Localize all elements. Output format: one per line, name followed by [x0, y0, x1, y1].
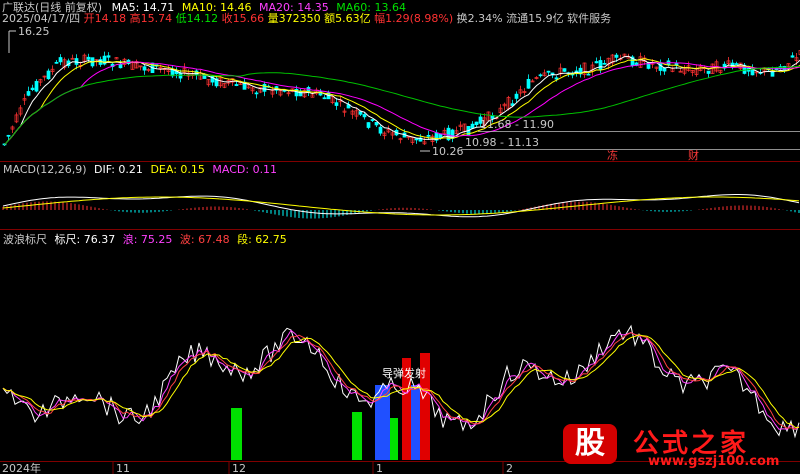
macd-name: MACD(12,26,9) [3, 163, 87, 176]
candle-body [358, 111, 363, 115]
signal-bar-0 [231, 408, 242, 460]
wave-name: 波浪标尺 [3, 233, 47, 246]
candle-body [734, 63, 739, 65]
wave-ruler: 标尺: 76.37 [54, 233, 116, 246]
candle-body [142, 66, 147, 71]
wave-duan: 段: 62.75 [237, 233, 287, 246]
candle-body [594, 61, 599, 64]
macd-histogram [2, 201, 800, 219]
candle-body [426, 135, 431, 137]
stock-chart-window: { "header": { "title": "广联达(日线 前复权)", "m… [0, 0, 800, 474]
candle-body [370, 119, 375, 121]
bar-close: 收15.66 [221, 12, 265, 25]
candle-body [662, 67, 667, 72]
event-marker-2[interactable]: 财 [688, 149, 699, 162]
candle-body [106, 55, 111, 58]
candle-body [562, 68, 567, 72]
signal-bar-1 [352, 412, 362, 460]
candle-body [334, 102, 339, 106]
axis-label-1: 1 [376, 462, 383, 474]
wave-line-2 [2, 334, 800, 429]
candle-body [58, 57, 63, 63]
bar-volume: 量372350 [267, 12, 321, 25]
candle-body [30, 87, 35, 91]
watermark-url: www.gszj100.com [648, 454, 780, 469]
bar-high: 高15.74 [129, 12, 173, 25]
time-axis [112, 462, 504, 474]
bar-amount: 额5.63亿 [324, 12, 371, 25]
candle-body [34, 81, 39, 92]
axis-label-year: 2024年 [2, 462, 41, 474]
ma20-line [4, 61, 800, 146]
range1-label: 11.68 - 11.90 [480, 118, 554, 131]
candle-body [602, 62, 607, 65]
low-mark-label: 10.26 [432, 145, 464, 158]
dea-line [2, 196, 800, 216]
candle-body [470, 123, 475, 129]
signal-label: 导弹发射 [382, 367, 426, 380]
ma60-line [4, 65, 800, 146]
float-cap: 流通15.9亿 [506, 12, 564, 25]
candle-body [262, 83, 267, 92]
candle-body [234, 84, 239, 86]
candle-body [54, 61, 59, 64]
candle-body [586, 73, 591, 76]
axis-label-12: 12 [232, 462, 246, 474]
candle-body [374, 122, 379, 126]
bar-turnover: 换2.34% [456, 12, 503, 25]
watermark-logo: 股 [563, 424, 617, 464]
header-row-2: 2025/04/17/四 开14.18 高15.74 低14.12 收15.66… [2, 12, 611, 25]
wave-lines [2, 324, 800, 439]
bar-date: 2025/04/17/四 [2, 12, 81, 25]
candle-body [366, 122, 371, 128]
candle-body [438, 133, 443, 139]
candle-body [6, 134, 11, 137]
candle-body [546, 70, 551, 73]
high-mark-label: 16.25 [18, 25, 50, 38]
candle-body [26, 91, 31, 96]
wave-lang: 浪: 75.25 [122, 233, 173, 246]
ruler-line [2, 324, 800, 439]
candle-body [474, 121, 479, 126]
candle-body [706, 70, 711, 74]
macd-lines [2, 194, 800, 218]
candle-body [770, 71, 775, 77]
macd-dea: DEA: 0.15 [150, 163, 205, 176]
range2-label: 10.98 - 11.13 [465, 136, 539, 149]
candle-body [598, 60, 603, 70]
wave-bo: 波: 67.48 [179, 233, 230, 246]
candle-body [554, 77, 559, 80]
bar-change: 幅1.29(8.98%) [374, 12, 454, 25]
wave-header: 波浪标尺 标尺: 76.37 浪: 75.25 波: 67.48 段: 62.7… [3, 233, 287, 246]
macd-value: MACD: 0.11 [212, 163, 278, 176]
macd-dif: DIF: 0.21 [94, 163, 143, 176]
macd-header: MACD(12,26,9) DIF: 0.21 DEA: 0.15 MACD: … [3, 163, 277, 176]
candle-body [254, 92, 259, 95]
candle-body [378, 126, 383, 134]
bar-open: 开14.18 [83, 12, 127, 25]
event-marker-1[interactable]: 冻 [607, 149, 618, 162]
candle-body [46, 70, 51, 80]
candle-body [526, 78, 531, 89]
candle-body [538, 74, 543, 77]
candle-body [322, 97, 327, 100]
candle-body [86, 56, 91, 60]
candle-body [362, 114, 367, 118]
candle-body [514, 93, 519, 99]
signal-bar-2 [390, 418, 398, 460]
industry-label: 软件服务 [567, 12, 612, 25]
candle-body [614, 54, 619, 58]
candle-body [118, 63, 123, 69]
bar-low: 低14.12 [175, 12, 219, 25]
candle-body [414, 138, 419, 141]
candle-body [790, 55, 795, 58]
axis-label-2: 2 [506, 462, 513, 474]
axis-label-11: 11 [116, 462, 130, 474]
